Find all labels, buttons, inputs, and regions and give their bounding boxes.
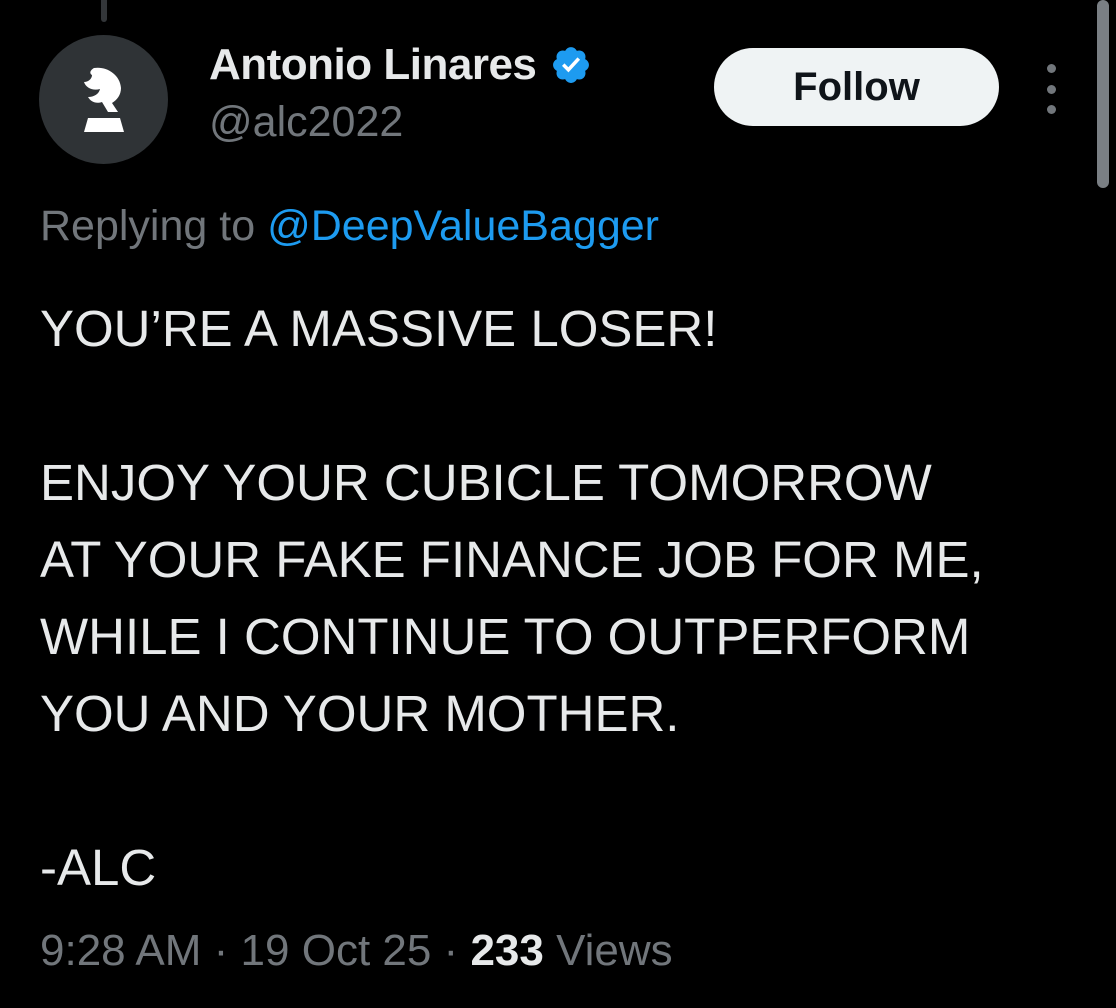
more-dot [1046, 84, 1056, 94]
tweet-text: YOU’RE A MASSIVE LOSER! ENJOY YOUR CUBIC… [40, 290, 1090, 906]
tweet-line [40, 752, 1090, 829]
verified-badge-icon [550, 44, 592, 86]
tweet-line: -ALC [40, 839, 157, 896]
tweet-date[interactable]: 19 Oct 25 [241, 926, 432, 975]
reply-mention-link[interactable]: @DeepValueBagger [267, 202, 659, 250]
author-handle[interactable]: @alc2022 [209, 98, 403, 147]
thread-connector-line [101, 0, 107, 22]
author-display-name[interactable]: Antonio Linares [209, 40, 537, 90]
meta-separator: · [431, 926, 471, 975]
meta-separator: · [201, 926, 241, 975]
avatar[interactable] [39, 35, 168, 164]
tweet-line: AT YOUR FAKE FINANCE JOB FOR ME, [40, 531, 984, 588]
tweet-line: WHILE I CONTINUE TO OUTPERFORM [40, 608, 971, 665]
chess-knight-icon [83, 67, 124, 132]
replying-to: Replying to @DeepValueBagger [40, 202, 659, 251]
views-count[interactable]: 233 [470, 926, 543, 975]
tweet-line: YOU AND YOUR MOTHER. [40, 685, 680, 742]
tweet-time[interactable]: 9:28 AM [40, 926, 201, 975]
tweet-line: YOU’RE A MASSIVE LOSER! [40, 300, 718, 357]
views-label: Views [543, 926, 673, 975]
author-name-row[interactable]: Antonio Linares [209, 40, 592, 90]
tweet-line: ENJOY YOUR CUBICLE TOMORROW [40, 454, 932, 511]
more-options-icon[interactable] [1032, 64, 1070, 114]
tweet-line [40, 367, 1090, 444]
replying-to-prefix: Replying to [40, 202, 268, 250]
scrollbar-thumb[interactable] [1097, 0, 1109, 188]
follow-button[interactable]: Follow [714, 48, 999, 126]
more-dot [1046, 105, 1056, 114]
more-dot [1046, 64, 1056, 73]
tweet-meta: 9:28 AM · 19 Oct 25 · 233 Views [40, 926, 673, 976]
